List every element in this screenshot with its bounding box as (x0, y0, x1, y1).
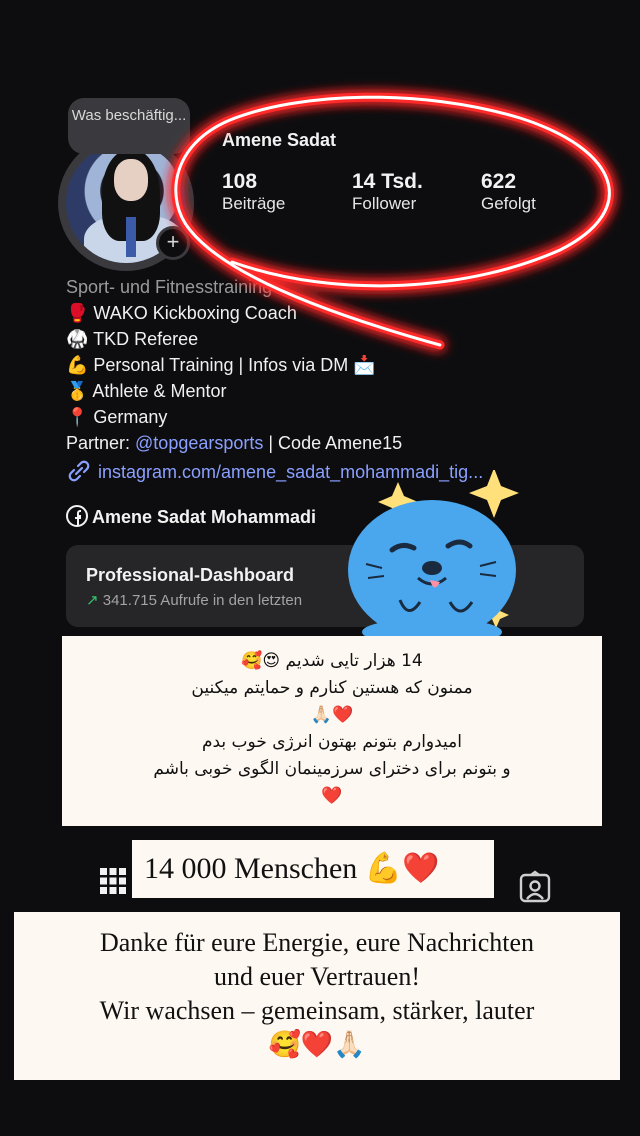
persian-text-overlay: 14 هزار تایی شدیم 😍🥰 ممنون که هستین کنار… (62, 636, 602, 826)
stat-label: Gefolgt (481, 194, 536, 213)
dashboard-title: Professional-Dashboard (86, 565, 295, 585)
bio-line: 💪 Personal Training | Infos via DM 📩 (66, 355, 376, 375)
partner-mention[interactable]: @topgearsports (135, 433, 263, 453)
trend-arrow-icon: ↗ (86, 592, 99, 609)
bio: Sport- und Fitnesstraining 🥊 WAKO Kickbo… (66, 274, 606, 456)
link-icon (68, 460, 90, 482)
bio-line: 📍 Germany (66, 407, 168, 427)
facebook-name: Amene Sadat Mohammadi (92, 507, 317, 527)
profile-link[interactable]: instagram.com/amene_sadat_mohammadi_tig.… (66, 460, 483, 483)
dashboard-views: 341.715 Aufrufe in den letzten (102, 592, 303, 609)
overlay-line: ❤️ (321, 786, 343, 806)
note-bubble[interactable]: Was beschäftig... (68, 98, 190, 154)
tagged-icon[interactable] (518, 870, 552, 904)
overlay-line: Danke für eure Energie, eure Nachrichten (99, 928, 535, 957)
overlay-line: 🥰❤️🙏🏻 (268, 1030, 366, 1059)
profile-link-text: instagram.com/amene_sadat_mohammadi_tig.… (98, 462, 484, 482)
overlay-line: امیدوارم بتونم بهتون انرژی خوب بدم (201, 732, 463, 752)
bio-line: 🥋 TKD Referee (66, 329, 199, 349)
overlay-line: Wir wachsen – gemeinsam, stärker, lauter (99, 996, 535, 1025)
facebook-icon (66, 505, 88, 527)
partner-suffix: | Code Amene15 (263, 433, 403, 453)
bio-line: 🥊 WAKO Kickboxing Coach (66, 303, 297, 323)
overlay-line: ممنون که هستین کنارم و حمایتم میکنین (191, 678, 473, 698)
bio-category: Sport- und Fitnesstraining (66, 277, 273, 297)
bio-partner: Partner: @topgearsports | Code Amene15 (66, 430, 606, 456)
overlay-line: und euer Vertrauen! (214, 962, 420, 991)
add-story-button[interactable]: + (156, 226, 190, 260)
stat-label: Beiträge (222, 194, 286, 213)
stat-label: Follower (352, 194, 417, 213)
dashboard-subtitle: ↗ 341.715 Aufrufe in den letzten (86, 591, 302, 609)
stat-value: 622 (481, 170, 517, 193)
stat-posts[interactable]: 108 Beiträge (222, 170, 285, 214)
stat-followers[interactable]: 14 Tsd. Follower (352, 170, 423, 214)
overlay-line: 14 هزار تایی شدیم 😍🥰 (241, 651, 423, 671)
stat-value: 108 (222, 170, 258, 193)
stat-value: 14 Tsd. (352, 170, 423, 193)
partner-prefix: Partner: (66, 433, 136, 453)
sparkle-icon (378, 482, 418, 522)
overlay-line: و بتونم برای دخترای سرزمینمان الگوی خوبی… (153, 759, 511, 779)
followers-title-overlay: 14 000 Menschen 💪❤️ (132, 840, 494, 898)
bio-line: 🥇 Athlete & Mentor (66, 381, 227, 401)
profile-name: Amene Sadat (222, 130, 337, 150)
facebook-profile[interactable]: Amene Sadat Mohammadi (66, 505, 316, 528)
overlay-line: ❤️🙏🏻 (310, 705, 354, 725)
stat-following[interactable]: 622 Gefolgt (481, 170, 536, 214)
german-text-overlay: Danke für eure Energie, eure Nachrichten… (14, 912, 620, 1080)
grid-icon[interactable] (100, 868, 126, 894)
professional-dashboard[interactable] (66, 545, 584, 627)
